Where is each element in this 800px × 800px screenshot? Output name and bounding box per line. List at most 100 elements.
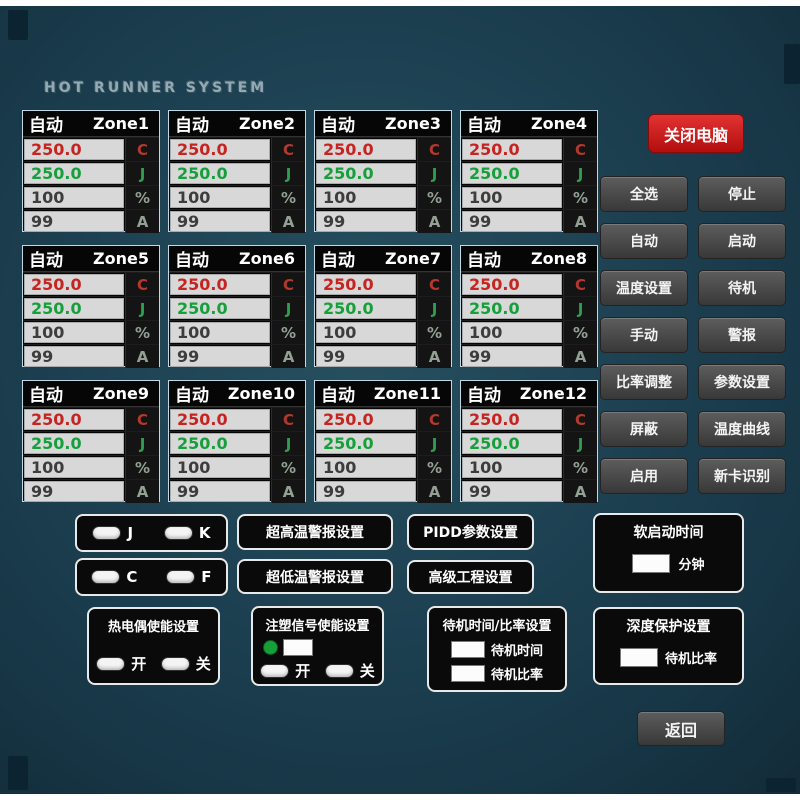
- tc-type-k-option[interactable]: K: [164, 524, 211, 542]
- current-value[interactable]: 99: [170, 211, 270, 232]
- actual-temp-value[interactable]: 250.0: [316, 139, 416, 160]
- alarm-button[interactable]: 警报: [698, 317, 786, 353]
- soft-start-time-input[interactable]: [632, 554, 670, 573]
- set-temp-value[interactable]: 250.0: [170, 298, 270, 319]
- output-percent-value[interactable]: 100: [316, 457, 416, 478]
- actual-temp-value[interactable]: 250.0: [462, 274, 562, 295]
- zone-panel[interactable]: 自动 Zone9 250.0 C 250.0 J 100 % 99 A: [22, 380, 160, 502]
- current-value[interactable]: 99: [170, 481, 270, 502]
- radio-pill-icon[interactable]: [92, 526, 121, 540]
- actual-temp-value[interactable]: 250.0: [316, 274, 416, 295]
- current-value[interactable]: 99: [24, 481, 124, 502]
- injection-on-option[interactable]: 开: [260, 660, 310, 681]
- advanced-setting-button[interactable]: 高级工程设置: [407, 560, 534, 594]
- injection-off-option[interactable]: 关: [325, 660, 375, 681]
- actual-temp-value[interactable]: 250.0: [170, 274, 270, 295]
- actual-temp-value[interactable]: 250.0: [24, 139, 124, 160]
- radio-pill-icon[interactable]: [166, 570, 195, 584]
- high-temp-alarm-button[interactable]: 超高温警报设置: [237, 514, 393, 550]
- actual-temp-value[interactable]: 250.0: [462, 409, 562, 430]
- current-value[interactable]: 99: [316, 211, 416, 232]
- current-value[interactable]: 99: [170, 346, 270, 367]
- radio-pill-icon[interactable]: [164, 526, 193, 540]
- actual-temp-value[interactable]: 250.0: [316, 409, 416, 430]
- actual-temp-value[interactable]: 250.0: [170, 139, 270, 160]
- low-temp-alarm-button[interactable]: 超低温警报设置: [237, 559, 393, 594]
- select-all-button[interactable]: 全选: [600, 176, 688, 212]
- zone-panel[interactable]: 自动 Zone6 250.0 C 250.0 J 100 % 99 A: [168, 245, 306, 367]
- output-percent-value[interactable]: 100: [170, 322, 270, 343]
- current-value[interactable]: 99: [316, 481, 416, 502]
- radio-pill-icon[interactable]: [161, 657, 190, 671]
- shield-button[interactable]: 屏蔽: [600, 411, 688, 447]
- set-temp-value[interactable]: 250.0: [170, 433, 270, 454]
- set-temp-value[interactable]: 250.0: [170, 163, 270, 184]
- zone-panel[interactable]: 自动 Zone7 250.0 C 250.0 J 100 % 99 A: [314, 245, 452, 367]
- zone-panel[interactable]: 自动 Zone11 250.0 C 250.0 J 100 % 99: [314, 380, 452, 502]
- back-button[interactable]: 返回: [637, 711, 725, 746]
- current-value[interactable]: 99: [316, 346, 416, 367]
- set-temp-value[interactable]: 250.0: [462, 433, 562, 454]
- temp-setting-button[interactable]: 温度设置: [600, 270, 688, 306]
- temp-curve-button[interactable]: 温度曲线: [698, 411, 786, 447]
- zone-panel[interactable]: 自动 Zone8 250.0 C 250.0 J 100 % 99 A: [460, 245, 598, 367]
- output-percent-value[interactable]: 100: [462, 187, 562, 208]
- output-percent-value[interactable]: 100: [462, 457, 562, 478]
- current-value[interactable]: 99: [24, 346, 124, 367]
- current-value[interactable]: 99: [462, 346, 562, 367]
- zone-panel[interactable]: 自动 Zone3 250.0 C 250.0 J 100 % 99 A: [314, 110, 452, 232]
- auto-mode-button[interactable]: 自动: [600, 223, 688, 259]
- injection-signal-input[interactable]: [283, 639, 313, 656]
- manual-mode-button[interactable]: 手动: [600, 317, 688, 353]
- actual-temp-value[interactable]: 250.0: [462, 139, 562, 160]
- set-temp-value[interactable]: 250.0: [316, 433, 416, 454]
- set-temp-value[interactable]: 250.0: [462, 163, 562, 184]
- radio-pill-icon[interactable]: [325, 664, 354, 678]
- zone-panel[interactable]: 自动 Zone2 250.0 C 250.0 J 100 % 99 A: [168, 110, 306, 232]
- current-value[interactable]: 99: [462, 211, 562, 232]
- actual-temp-value[interactable]: 250.0: [24, 274, 124, 295]
- ratio-adjust-button[interactable]: 比率调整: [600, 364, 688, 400]
- set-temp-value[interactable]: 250.0: [462, 298, 562, 319]
- zone-panel[interactable]: 自动 Zone12 250.0 C 250.0 J 100 % 99: [460, 380, 598, 502]
- radio-pill-icon[interactable]: [260, 664, 289, 678]
- shutdown-pc-button[interactable]: 关闭电脑: [648, 114, 744, 153]
- scale-f-option[interactable]: F: [166, 568, 211, 586]
- tc-enable-on-option[interactable]: 开: [96, 653, 146, 674]
- current-value[interactable]: 99: [24, 211, 124, 232]
- output-percent-value[interactable]: 100: [170, 457, 270, 478]
- current-value[interactable]: 99: [462, 481, 562, 502]
- depth-ratio-input[interactable]: [620, 648, 658, 667]
- set-temp-value[interactable]: 250.0: [24, 298, 124, 319]
- set-temp-value[interactable]: 250.0: [24, 163, 124, 184]
- radio-pill-icon[interactable]: [91, 570, 120, 584]
- scale-c-option[interactable]: C: [91, 568, 137, 586]
- standby-ratio-input[interactable]: [451, 665, 485, 682]
- output-percent-value[interactable]: 100: [170, 187, 270, 208]
- standby-button[interactable]: 待机: [698, 270, 786, 306]
- set-temp-value[interactable]: 250.0: [316, 163, 416, 184]
- actual-temp-value[interactable]: 250.0: [24, 409, 124, 430]
- output-percent-value[interactable]: 100: [316, 187, 416, 208]
- set-temp-value[interactable]: 250.0: [316, 298, 416, 319]
- output-percent-value[interactable]: 100: [24, 187, 124, 208]
- stop-button[interactable]: 停止: [698, 176, 786, 212]
- zone-panel[interactable]: 自动 Zone10 250.0 C 250.0 J 100 % 99: [168, 380, 306, 502]
- actual-temp-value[interactable]: 250.0: [170, 409, 270, 430]
- standby-time-input[interactable]: [451, 641, 485, 658]
- set-temp-value[interactable]: 250.0: [24, 433, 124, 454]
- param-setting-button[interactable]: 参数设置: [698, 364, 786, 400]
- zone-panel[interactable]: 自动 Zone5 250.0 C 250.0 J 100 % 99 A: [22, 245, 160, 367]
- zone-panel[interactable]: 自动 Zone4 250.0 C 250.0 J 100 % 99 A: [460, 110, 598, 232]
- tc-type-j-option[interactable]: J: [92, 524, 133, 542]
- output-percent-value[interactable]: 100: [24, 457, 124, 478]
- zone-panel[interactable]: 自动 Zone1 250.0 C 250.0 J 100 % 99 A: [22, 110, 160, 232]
- output-percent-value[interactable]: 100: [316, 322, 416, 343]
- enable-button[interactable]: 启用: [600, 458, 688, 494]
- output-percent-value[interactable]: 100: [24, 322, 124, 343]
- pidd-param-button[interactable]: PIDD参数设置: [407, 514, 534, 550]
- output-percent-value[interactable]: 100: [462, 322, 562, 343]
- radio-pill-icon[interactable]: [96, 657, 125, 671]
- start-button[interactable]: 启动: [698, 223, 786, 259]
- tc-enable-off-option[interactable]: 关: [161, 653, 211, 674]
